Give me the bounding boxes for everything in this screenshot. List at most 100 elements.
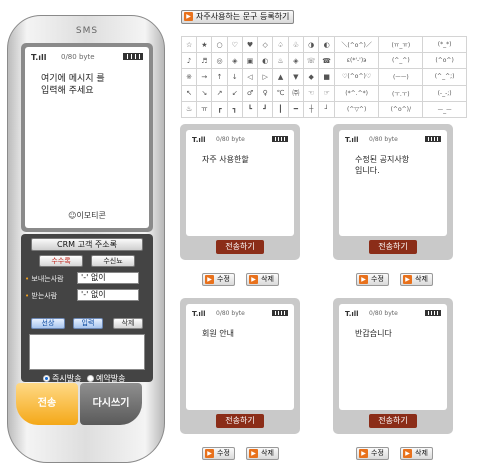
emoticon-cell[interactable]: ☜ bbox=[302, 84, 320, 102]
emoticon-cell[interactable]: ☏ bbox=[302, 52, 320, 70]
emoticon-cell[interactable]: ※ bbox=[180, 68, 198, 86]
emoticon-cell[interactable]: ▷ bbox=[257, 68, 274, 86]
emoticon-cell[interactable]: ☞ bbox=[318, 84, 335, 102]
emoticon-cell[interactable]: (ㅜ.ㅜ) bbox=[378, 84, 424, 102]
card-screen[interactable]: T.ıll 0/80 byte 수정된 공지사항 입니다. bbox=[339, 130, 447, 236]
sender-field[interactable]: '-' 없이 bbox=[77, 272, 139, 284]
emoticon-cell[interactable]: ♤ bbox=[272, 35, 289, 54]
emoticon-cell[interactable]: ▣ bbox=[241, 52, 259, 70]
send-now-radio[interactable] bbox=[43, 375, 50, 382]
emoticon-cell[interactable]: ◈ bbox=[287, 52, 304, 70]
delete-tab[interactable]: 삭제 bbox=[113, 318, 143, 329]
emoticon-cell[interactable]: ＼(^o^)／ bbox=[333, 35, 380, 54]
emoticon-cell[interactable]: ◁ bbox=[241, 68, 259, 86]
emoticon-cell[interactable]: (^o^) bbox=[422, 52, 467, 70]
emoticon-cell[interactable]: ♬ bbox=[196, 52, 213, 70]
emoticon-cell[interactable]: (-_-;) bbox=[422, 84, 467, 102]
emoticon-cell[interactable]: ♧ bbox=[287, 35, 304, 54]
recipient-list-box[interactable] bbox=[29, 334, 145, 370]
emoticon-cell[interactable]: ▼ bbox=[287, 68, 304, 86]
emoticon-cell[interactable]: ◐ bbox=[318, 35, 335, 54]
emoticon-cell[interactable]: ◈ bbox=[226, 52, 243, 70]
emoticon-grid: ☆ ★ ○ ♡ ♥ ◇ ♤ ♧ ◑ ◐ ＼(^o^)／ (ㅠ_ㅠ) (*_*) ♪ ♬ ◎ ◈ ▣ ◐ ♨ ◈ ☏ ☎ ε(*… bbox=[180, 35, 467, 119]
emoticon-cell[interactable]: ↑ bbox=[211, 68, 228, 86]
emoticon-cell[interactable]: (*_*) bbox=[422, 35, 467, 54]
emoticon-cell[interactable]: ★ bbox=[196, 35, 213, 54]
card-edit-button[interactable]: ▶ 수정 bbox=[356, 447, 389, 460]
emoticon-cell[interactable]: ♪ bbox=[180, 52, 198, 70]
emoticon-cell[interactable]: ┘ bbox=[318, 100, 335, 119]
card-send-button[interactable]: 전송하기 bbox=[216, 240, 264, 254]
select-tab[interactable]: 선상 bbox=[31, 318, 65, 329]
send-reserve-radio[interactable] bbox=[87, 375, 94, 382]
emoticon-cell[interactable]: ♂ bbox=[241, 84, 259, 102]
card-screen[interactable]: T.ıll 0/80 byte 반갑습니다 bbox=[339, 304, 447, 410]
emoticon-cell[interactable]: ㅠ bbox=[196, 100, 213, 119]
address-book-button[interactable]: 수수록 bbox=[39, 255, 83, 267]
register-phrase-button[interactable]: ▶ 자주사용하는 문구 등록하기 bbox=[181, 10, 295, 24]
rewrite-button[interactable]: 다시쓰기 bbox=[80, 383, 142, 425]
card-delete-button[interactable]: ▶ 삭제 bbox=[400, 273, 433, 286]
send-button[interactable]: 전송 bbox=[16, 383, 78, 425]
emoticon-cell[interactable]: ↗ bbox=[211, 84, 228, 102]
emoticon-cell[interactable]: ┛ bbox=[257, 100, 274, 119]
emoticon-cell[interactable]: ◑ bbox=[302, 35, 320, 54]
emoticon-cell[interactable]: ┃ bbox=[272, 100, 289, 119]
emoticon-cell[interactable]: ↖ bbox=[180, 84, 198, 102]
emoticon-cell[interactable]: ☎ bbox=[318, 52, 335, 70]
card-send-button[interactable]: 전송하기 bbox=[369, 414, 417, 428]
emoticon-cell[interactable]: ε(*'-')э bbox=[333, 52, 380, 70]
card-delete-button[interactable]: ▶ 삭제 bbox=[400, 447, 433, 460]
emoticon-cell[interactable]: ■ bbox=[318, 68, 335, 86]
send-reserve-label: 예약발송 bbox=[96, 374, 126, 383]
emoticon-cell[interactable]: ℃ bbox=[272, 84, 289, 102]
receiver-field[interactable]: '-' 없이 bbox=[77, 289, 139, 301]
emoticon-cell[interactable]: (^o^)/ bbox=[378, 100, 424, 119]
message-input[interactable]: 여기에 메시지 를 입력해 주세요 bbox=[41, 73, 141, 97]
received-list-button[interactable]: 수신뇨 bbox=[91, 255, 135, 267]
card-delete-button[interactable]: ▶ 삭제 bbox=[246, 273, 279, 286]
emoticon-cell[interactable]: (*^.^*) bbox=[333, 84, 380, 102]
card-screen[interactable]: T.ıll 0/80 byte 회원 안내 bbox=[186, 304, 294, 410]
emoticon-cell[interactable]: ┏ bbox=[211, 100, 228, 119]
emoticon-cell[interactable]: ┼ bbox=[302, 100, 320, 119]
card-screen[interactable]: T.ıll 0/80 byte 자주 사용한할 bbox=[186, 130, 294, 236]
emoticon-cell[interactable]: (ㅠ_ㅠ) bbox=[378, 35, 424, 54]
card-edit-button[interactable]: ▶ 수정 bbox=[202, 273, 235, 286]
emoticon-cell[interactable]: ▲ bbox=[272, 68, 289, 86]
emoticon-cell[interactable]: (ㅡㅡ) bbox=[378, 68, 424, 86]
emoticon-cell[interactable]: ↘ bbox=[196, 84, 213, 102]
emoticon-cell[interactable]: ◆ bbox=[302, 68, 320, 86]
card-send-button[interactable]: 전송하기 bbox=[369, 240, 417, 254]
emoticon-cell[interactable]: ◎ bbox=[211, 52, 228, 70]
emoticon-cell[interactable]: → bbox=[196, 68, 213, 86]
emoticon-cell[interactable]: ┗ bbox=[241, 100, 259, 119]
emoticon-cell[interactable]: ♨ bbox=[272, 52, 289, 70]
emoticon-cell[interactable]: ☆ bbox=[180, 35, 198, 54]
input-tab[interactable]: 입력 bbox=[73, 318, 103, 329]
emoticon-cell[interactable]: ↙ bbox=[226, 84, 243, 102]
crm-address-book-button[interactable]: CRM 고객 주소록 bbox=[31, 238, 143, 251]
emoticon-cell[interactable]: (^_^) bbox=[378, 52, 424, 70]
card-edit-button[interactable]: ▶ 수정 bbox=[202, 447, 235, 460]
emoticon-cell[interactable]: ♡ bbox=[226, 35, 243, 54]
emoticon-cell[interactable]: ㅡ_ㅡ bbox=[422, 100, 467, 119]
emoticon-cell[interactable]: ◐ bbox=[257, 52, 274, 70]
emoticon-cell[interactable]: ♨ bbox=[180, 100, 198, 119]
emoticon-cell[interactable]: ♀ bbox=[257, 84, 274, 102]
card-delete-button[interactable]: ▶ 삭제 bbox=[246, 447, 279, 460]
emoticon-cell[interactable]: ━ bbox=[287, 100, 304, 119]
emoticon-cell[interactable]: ↓ bbox=[226, 68, 243, 86]
emoticon-cell[interactable]: ♡(^o^)♡ bbox=[333, 68, 380, 86]
emoticon-cell[interactable]: ◇ bbox=[257, 35, 274, 54]
emoticon-cell[interactable]: ♥ bbox=[241, 35, 259, 54]
phone-screen[interactable]: T.ıll 0/80 byte 여기에 메시지 를 입력해 주세요 ☺이모티콘 bbox=[25, 47, 149, 228]
card-send-button[interactable]: 전송하기 bbox=[216, 414, 264, 428]
emoticon-cell[interactable]: ○ bbox=[211, 35, 228, 54]
emoticon-button[interactable]: ☺이모티콘 bbox=[25, 210, 149, 221]
emoticon-cell[interactable]: ┓ bbox=[226, 100, 243, 119]
emoticon-cell[interactable]: (^▽^) bbox=[333, 100, 380, 119]
card-edit-button[interactable]: ▶ 수정 bbox=[356, 273, 389, 286]
emoticon-cell[interactable]: ㈜ bbox=[287, 84, 304, 102]
emoticon-cell[interactable]: (^_^;) bbox=[422, 68, 467, 86]
